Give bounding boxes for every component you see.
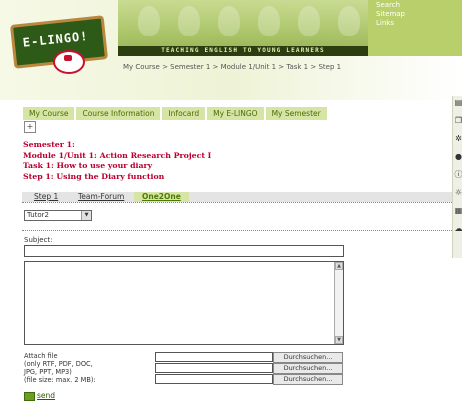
tab-my-elingo[interactable]: My E-LINGO <box>207 107 264 120</box>
tab-course-information[interactable]: Course Information <box>76 107 161 120</box>
attach-label-4: (file size: max. 2 MB): <box>24 376 96 384</box>
attach-label-2: (only RTF, PDF, DOC, <box>24 360 93 368</box>
header: TEACHING ENGLISH TO YOUNG LEARNERS Searc… <box>0 0 462 100</box>
heading-semester: Semester 1: <box>23 140 75 149</box>
mouse-icon <box>53 50 85 74</box>
browse-button-2[interactable]: Durchsuchen... <box>273 363 343 374</box>
subject-label: Subject: <box>24 236 53 244</box>
textarea-scrollbar[interactable]: ▲ ▼ <box>334 262 343 344</box>
calendar-icon[interactable]: ▦ <box>454 206 462 215</box>
settings-icon[interactable]: ✲ <box>454 134 462 143</box>
links-link[interactable]: Links <box>376 19 394 27</box>
sitemap-link[interactable]: Sitemap <box>376 10 405 18</box>
divider <box>22 230 454 231</box>
right-toolbar: ▤ ❐ ✲ ● ⓘ ☼ ▦ ☁ <box>452 96 462 258</box>
print-icon[interactable]: ▤ <box>454 98 462 107</box>
chat-icon[interactable]: ☁ <box>454 224 462 233</box>
subtab-team-forum[interactable]: Team-Forum <box>78 192 124 202</box>
scroll-down-icon[interactable]: ▼ <box>335 336 343 344</box>
file-input-3[interactable] <box>155 374 273 384</box>
copy-icon[interactable]: ❐ <box>454 116 462 125</box>
recipient-select[interactable]: Tutor2 ▼ <box>24 210 92 221</box>
scroll-up-icon[interactable]: ▲ <box>335 262 343 270</box>
heading-task: Task 1: How to use your diary <box>23 161 153 170</box>
file-input-2[interactable] <box>155 363 273 373</box>
attach-instructions: Attach file (only RTF, PDF, DOC, JPG, PP… <box>24 352 96 384</box>
sub-tabs: Step 1 Team-Forum One2One <box>22 192 452 202</box>
heading-module: Module 1/Unit 1: Action Research Project… <box>23 150 212 160</box>
header-photo <box>118 0 368 48</box>
tab-my-course[interactable]: My Course <box>23 107 75 120</box>
send-icon[interactable] <box>24 392 35 401</box>
heading-step: Step 1: Using the Diary function <box>23 171 165 181</box>
expand-button[interactable]: + <box>24 121 36 133</box>
tagline: TEACHING ENGLISH TO YOUNG LEARNERS <box>161 47 325 54</box>
info-icon[interactable]: ⓘ <box>454 170 462 179</box>
tab-my-semester[interactable]: My Semester <box>265 107 327 120</box>
attach-label-3: JPG, PPT, MP3) <box>24 368 72 376</box>
tab-infocard[interactable]: Infocard <box>162 107 206 120</box>
message-textarea[interactable]: ▲ ▼ <box>24 261 344 345</box>
logo-text: E-LINGO! <box>22 28 90 50</box>
breadcrumb-text[interactable]: My Course > Semester 1 > Module 1/Unit 1… <box>123 63 341 71</box>
search-link[interactable]: Search <box>376 1 400 9</box>
bulb-icon[interactable]: ☼ <box>454 188 462 197</box>
breadcrumb: My Course > Semester 1 > Module 1/Unit 1… <box>123 63 341 71</box>
subject-input[interactable] <box>24 245 344 257</box>
file-input-1[interactable] <box>155 352 273 362</box>
help-icon[interactable]: ● <box>454 152 462 161</box>
attach-label-1: Attach file <box>24 352 58 360</box>
top-links-panel: Search Sitemap Links <box>368 0 462 56</box>
divider <box>22 202 454 203</box>
browse-button-3[interactable]: Durchsuchen... <box>273 374 343 385</box>
subtab-one2one[interactable]: One2One <box>134 192 189 202</box>
subtab-step[interactable]: Step 1 <box>34 192 58 202</box>
page-heading: Semester 1: Module 1/Unit 1: Action Rese… <box>23 140 211 182</box>
browse-button-1[interactable]: Durchsuchen... <box>273 352 343 363</box>
main-tabs: My Course Course Information Infocard My… <box>23 107 329 120</box>
tagline-stripe: TEACHING ENGLISH TO YOUNG LEARNERS <box>118 46 368 56</box>
send-link[interactable]: send <box>37 391 55 400</box>
recipient-select-value: Tutor2 <box>27 211 50 219</box>
chevron-down-icon: ▼ <box>81 211 91 220</box>
